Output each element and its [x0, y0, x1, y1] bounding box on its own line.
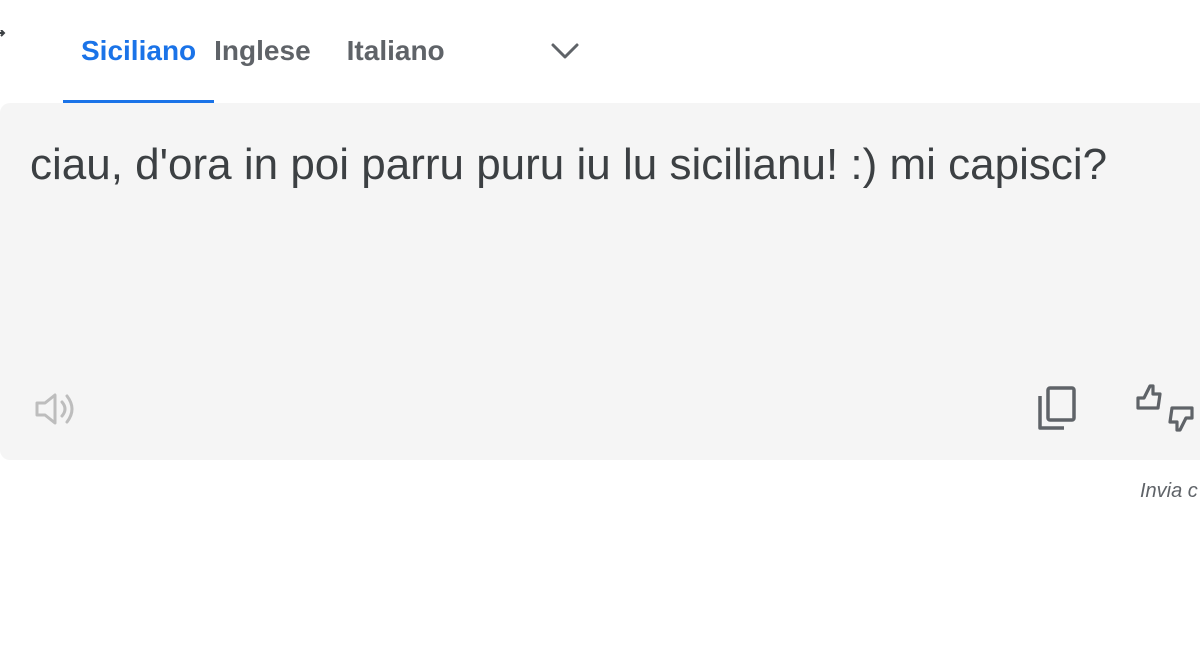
copy-icon[interactable] [1034, 382, 1080, 434]
send-feedback-link[interactable]: Invia c [1140, 480, 1198, 503]
tab-inglese[interactable]: Inglese [214, 0, 328, 103]
translation-output-text: ciau, d'ora in poi parru puru iu lu sici… [30, 140, 1108, 189]
target-language-tabs: Siciliano Inglese Italiano [63, 0, 463, 103]
translate-output-panel: Siciliano Inglese Italiano ciau, d'ora i… [0, 0, 1200, 651]
swap-languages-icon[interactable] [0, 30, 6, 46]
thumbs-up-down-icon[interactable] [1134, 382, 1194, 434]
speaker-icon[interactable] [33, 389, 77, 429]
tab-italiano[interactable]: Italiano [329, 0, 463, 103]
chevron-down-icon[interactable] [549, 38, 581, 66]
tab-siciliano[interactable]: Siciliano [63, 0, 215, 103]
